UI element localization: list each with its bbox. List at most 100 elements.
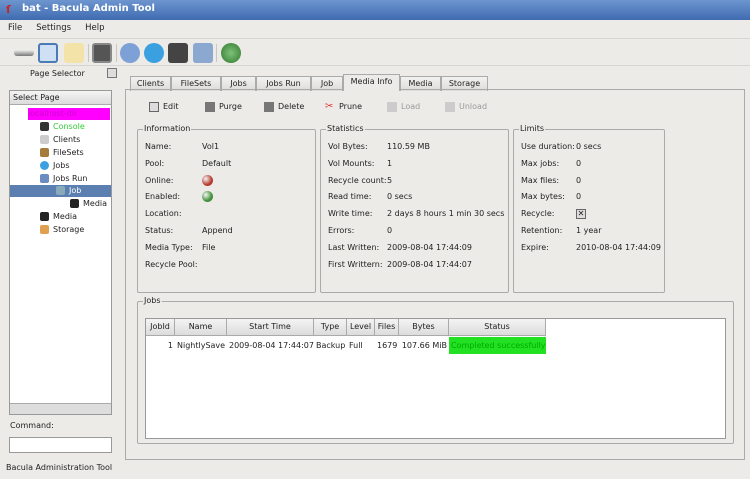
stat-label: First Writtern: bbox=[328, 259, 383, 269]
stat-label: Read time: bbox=[328, 192, 372, 202]
limit-label: Expire: bbox=[521, 242, 549, 252]
title-bar: ſ bat - Bacula Admin Tool bbox=[0, 0, 750, 20]
menu-file[interactable]: File bbox=[8, 23, 22, 33]
info-label: Recycle Pool: bbox=[145, 259, 198, 269]
app-logo-icon: ſ bbox=[6, 3, 11, 16]
stat-value: 110.59 MB bbox=[387, 142, 430, 151]
delete-button[interactable]: Delete bbox=[264, 101, 304, 113]
tree-item-clients[interactable]: Clients bbox=[40, 134, 80, 146]
stat-label: Recycle count: bbox=[328, 175, 387, 185]
column-header[interactable]: JobId bbox=[146, 319, 175, 336]
limit-value: 0 bbox=[576, 192, 582, 202]
info-value: Vol1 bbox=[202, 142, 220, 151]
limit-label: Max jobs: bbox=[521, 158, 560, 168]
tree-item-media[interactable]: Media bbox=[40, 211, 77, 223]
info-label: Media Type: bbox=[145, 242, 193, 252]
restore-icon[interactable] bbox=[64, 43, 84, 63]
stat-value: 0 bbox=[387, 226, 393, 235]
limit-label: Max files: bbox=[521, 175, 560, 185]
edit-button[interactable]: Edit bbox=[149, 101, 179, 113]
command-label: Command: bbox=[10, 421, 54, 430]
browse-icon[interactable] bbox=[193, 43, 213, 63]
toolbar bbox=[0, 38, 750, 66]
stat-label: Vol Mounts: bbox=[328, 158, 375, 168]
info-value: File bbox=[202, 242, 216, 252]
console-icon[interactable] bbox=[38, 43, 58, 63]
limit-value: 0 secs bbox=[576, 142, 602, 151]
stat-value: 1 bbox=[387, 158, 393, 168]
information-group: Information Name: Vol1 Pool: Default Online:… bbox=[137, 124, 316, 293]
tree-horizontal-scrollbar[interactable] bbox=[10, 403, 111, 414]
column-header[interactable]: Files bbox=[375, 319, 399, 336]
tree-header: Select Page bbox=[10, 91, 111, 105]
info-label: Name: bbox=[145, 142, 172, 151]
stat-value: 5 bbox=[387, 175, 393, 185]
limit-label: Recycle: bbox=[521, 209, 555, 219]
column-header[interactable]: Level bbox=[347, 319, 375, 336]
recycle-checkbox[interactable]: ✕ bbox=[576, 209, 586, 220]
load-button[interactable]: Load bbox=[387, 101, 420, 113]
edit-icon bbox=[149, 101, 159, 112]
jobs-table[interactable]: JobId Name Start Time Type Level Files Bytes St… bbox=[145, 318, 726, 439]
connect-icon[interactable] bbox=[14, 50, 34, 56]
estimate-icon[interactable] bbox=[168, 43, 188, 63]
trash-icon bbox=[264, 101, 274, 112]
table-cell[interactable]: 2009-08-04 17:44:07 bbox=[227, 337, 314, 354]
prune-button[interactable]: ✂ Prune bbox=[325, 101, 362, 113]
page-selector-label: Page Selector bbox=[30, 69, 85, 78]
tree-item-jobs-run[interactable]: Jobs Run bbox=[40, 173, 87, 185]
table-cell[interactable]: Full bbox=[347, 337, 375, 354]
limit-value: 1 year bbox=[576, 226, 602, 235]
column-header[interactable]: Status bbox=[449, 319, 546, 336]
tree-item-storage[interactable]: Storage bbox=[40, 224, 84, 236]
scissors-icon: ✂ bbox=[325, 100, 334, 112]
table-cell[interactable]: 1679 bbox=[375, 337, 399, 354]
run-icon[interactable] bbox=[144, 43, 164, 63]
stat-label: Errors: bbox=[328, 226, 355, 235]
tree-item-director[interactable]: localhost-dir bbox=[28, 108, 110, 120]
page-tree[interactable]: Select Page localhost-dir Console Client… bbox=[9, 90, 112, 415]
purge-button[interactable]: Purge bbox=[205, 101, 242, 113]
limit-value: 2010-08-04 17:44:09 bbox=[576, 242, 661, 252]
table-cell[interactable]: 107.66 MiB bbox=[399, 337, 449, 354]
refresh-icon[interactable] bbox=[221, 43, 241, 63]
table-cell[interactable]: 1 bbox=[146, 337, 175, 354]
command-input[interactable] bbox=[9, 437, 112, 453]
column-header[interactable]: Bytes bbox=[399, 319, 449, 336]
info-value: Append bbox=[202, 226, 233, 235]
table-cell[interactable]: Completed successfully bbox=[449, 337, 546, 354]
menu-bar: File Settings Help bbox=[0, 20, 750, 37]
info-label: Status: bbox=[145, 226, 174, 235]
status-dir-icon[interactable] bbox=[120, 43, 140, 63]
limit-label: Max bytes: bbox=[521, 192, 565, 202]
undock-button[interactable] bbox=[107, 68, 117, 78]
limit-value: 0 bbox=[576, 158, 582, 168]
status-bar: Bacula Administration Tool bbox=[6, 463, 113, 472]
column-header[interactable]: Start Time bbox=[227, 319, 314, 336]
tree-item-jobs[interactable]: Jobs bbox=[40, 160, 70, 172]
stat-value: 2009-08-04 17:44:07 bbox=[387, 259, 472, 269]
menu-settings[interactable]: Settings bbox=[36, 23, 71, 33]
tree-item-media-child[interactable]: Media bbox=[70, 198, 107, 210]
trash-icon bbox=[205, 101, 215, 112]
tree-item-filesets[interactable]: FileSets bbox=[40, 147, 84, 159]
column-header[interactable]: Name bbox=[175, 319, 227, 336]
tree-item-job[interactable]: Job bbox=[10, 185, 111, 197]
stat-label: Vol Bytes: bbox=[328, 142, 368, 151]
label-icon[interactable] bbox=[92, 43, 112, 63]
unload-button[interactable]: Unload bbox=[445, 101, 487, 113]
limit-label: Retention: bbox=[521, 226, 563, 235]
load-icon bbox=[387, 101, 397, 112]
table-cell[interactable]: Backup bbox=[314, 337, 347, 354]
column-header[interactable]: Type bbox=[314, 319, 347, 336]
enabled-status-icon bbox=[202, 191, 213, 203]
unload-icon bbox=[445, 101, 455, 112]
limits-group: Limits Use duration: 0 secs Max jobs: 0 Max … bbox=[513, 124, 665, 293]
menu-help[interactable]: Help bbox=[85, 23, 104, 33]
stat-value: 2009-08-04 17:44:09 bbox=[387, 242, 472, 252]
tab-media-info[interactable]: Media Info bbox=[343, 74, 400, 91]
tree-item-console[interactable]: Console bbox=[40, 121, 85, 133]
table-cell[interactable]: NightlySave bbox=[175, 337, 227, 354]
info-label: Location: bbox=[145, 209, 182, 219]
statistics-group: Statistics Vol Bytes: 110.59 MB Vol Mounts… bbox=[320, 124, 509, 293]
